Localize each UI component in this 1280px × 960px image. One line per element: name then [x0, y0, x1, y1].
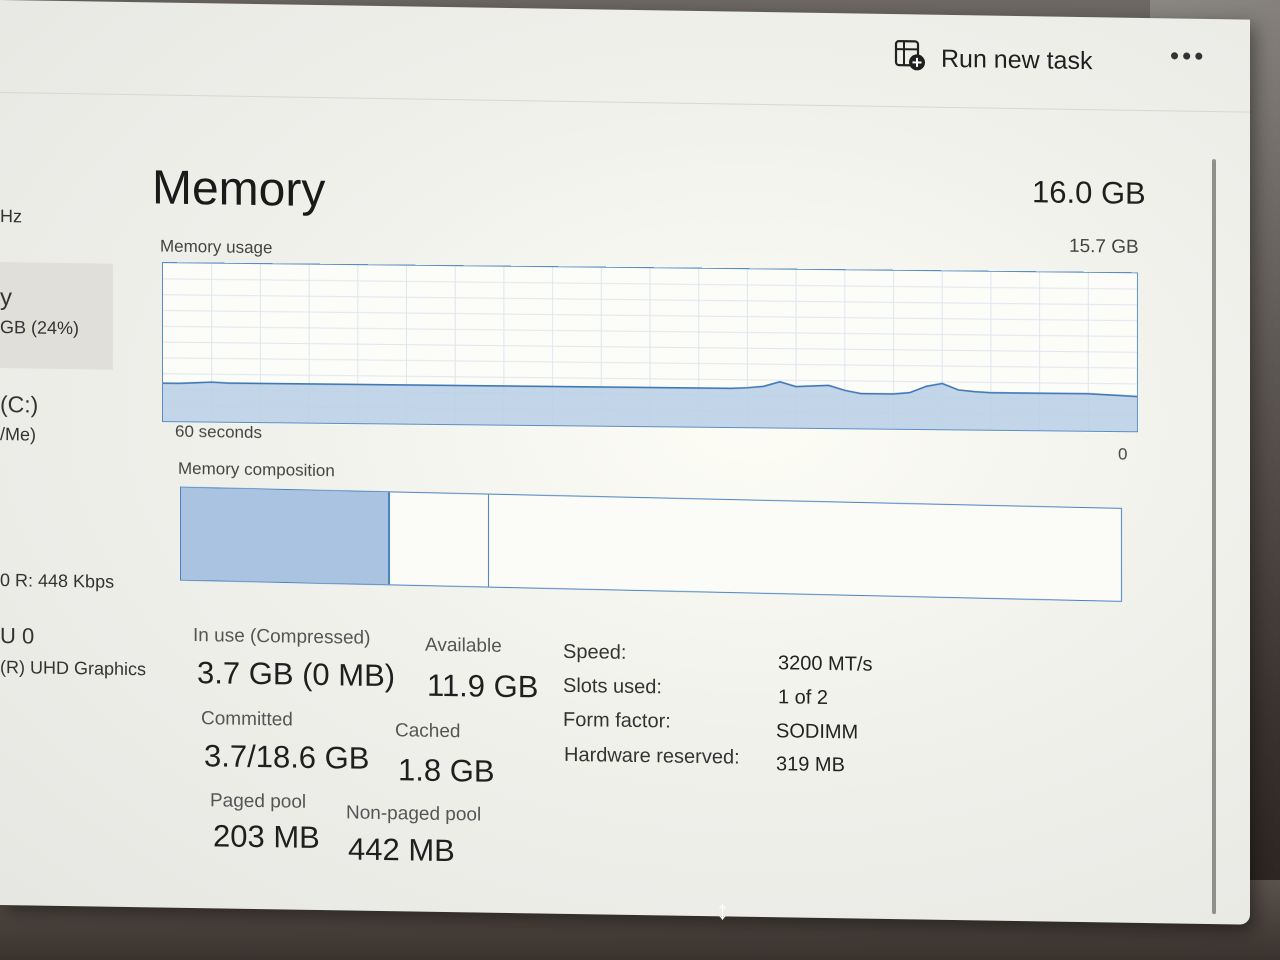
run-task-icon [893, 38, 927, 80]
non-paged-pool-value: 442 MB [348, 831, 455, 869]
available-value: 11.9 GB [427, 667, 539, 705]
run-new-task-button[interactable]: Run new task [893, 38, 1092, 81]
paged-pool-label: Paged pool [210, 790, 307, 813]
command-bar: Run new task ••• [0, 0, 1250, 113]
slots-used-label: Slots used: [563, 674, 662, 699]
composition-in-use [181, 487, 390, 585]
graph-time-label: 60 seconds [175, 421, 262, 443]
in-use-label: In use (Compressed) [193, 625, 371, 649]
available-label: Available [425, 634, 502, 657]
cached-label: Cached [395, 720, 461, 743]
total-memory: 16.0 GB [1032, 174, 1146, 211]
more-options-icon[interactable]: ••• [1170, 40, 1206, 72]
task-manager-window: Run new task ••• Hz y GB (24%) (C:) /Me)… [0, 0, 1250, 925]
form-factor-value: SODIMM [776, 720, 859, 744]
speed-value: 3200 MT/s [778, 652, 873, 676]
sidebar-disk-title: (C:) [0, 391, 39, 418]
memory-usage-graph [162, 262, 1138, 433]
sidebar-item-memory-selected[interactable] [0, 262, 113, 370]
sidebar-gpu-title: U 0 [0, 623, 35, 649]
memory-usage-max: 15.7 GB [1069, 235, 1139, 258]
sidebar-memory-title: y [0, 284, 12, 312]
resize-cursor-icon: ↕ [716, 895, 729, 925]
memory-composition-bar [180, 486, 1122, 602]
hardware-reserved-value: 319 MB [776, 753, 845, 777]
page-title: Memory [152, 161, 326, 218]
slots-used-value: 1 of 2 [778, 686, 829, 710]
sidebar-disk-type: /Me) [0, 424, 36, 445]
non-paged-pool-label: Non-paged pool [346, 802, 482, 826]
sidebar-network-rate: 0 R: 448 Kbps [0, 570, 115, 592]
hardware-reserved-label: Hardware reserved: [564, 743, 740, 769]
in-use-value: 3.7 GB (0 MB) [197, 655, 396, 694]
memory-composition-label: Memory composition [178, 458, 335, 481]
sidebar-cpu-speed: Hz [0, 206, 22, 227]
cached-value: 1.8 GB [398, 752, 495, 789]
scrollbar[interactable] [1212, 159, 1216, 915]
committed-value: 3.7/18.6 GB [204, 738, 370, 776]
committed-label: Committed [201, 708, 293, 731]
speed-label: Speed: [563, 640, 627, 664]
form-factor-label: Form factor: [563, 708, 671, 733]
composition-modified [389, 492, 490, 587]
graph-time-end: 0 [1118, 444, 1128, 464]
paged-pool-value: 203 MB [213, 818, 320, 856]
memory-usage-label: Memory usage [160, 236, 273, 258]
sidebar-memory-usage: GB (24%) [0, 317, 80, 339]
sidebar-gpu-name: (R) UHD Graphics [0, 657, 147, 680]
run-new-task-label: Run new task [941, 44, 1093, 75]
memory-usage-chart [163, 263, 1138, 432]
